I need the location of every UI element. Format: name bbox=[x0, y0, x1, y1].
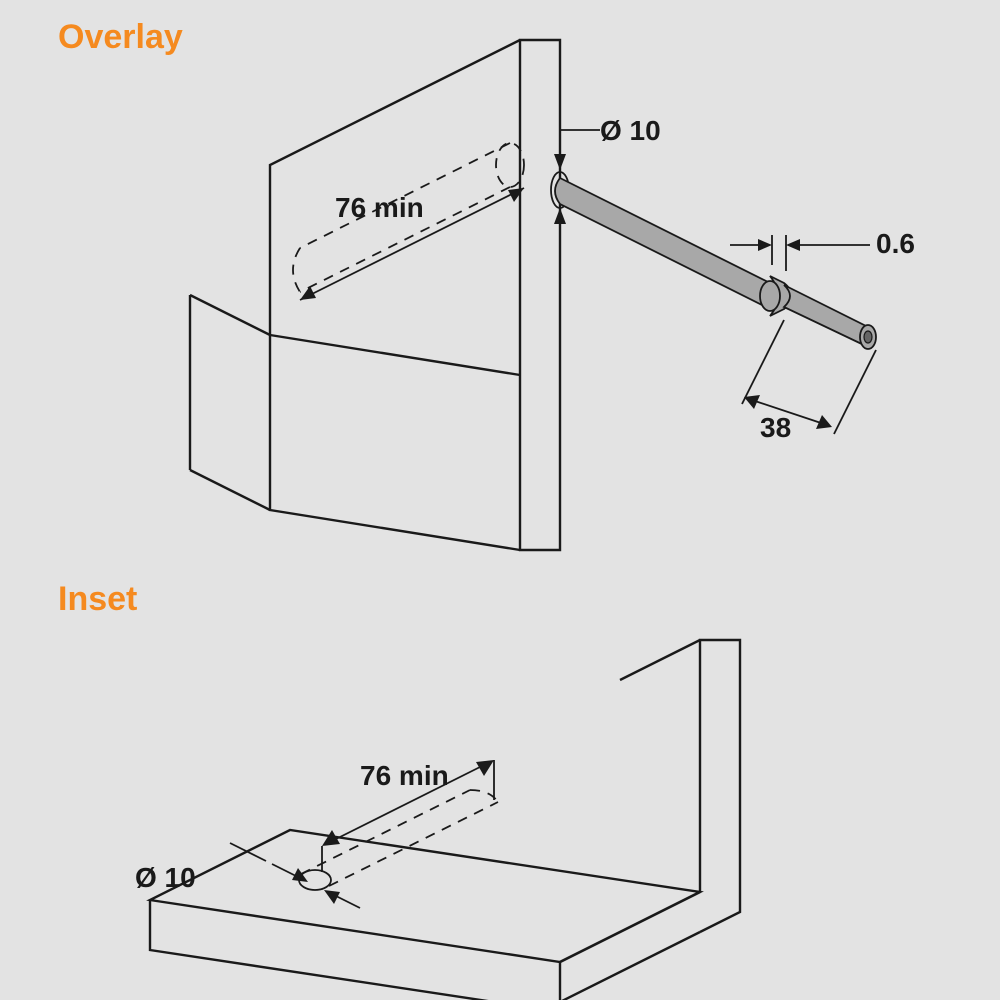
label-bore-depth-inset: 76 min bbox=[360, 760, 449, 792]
inset-drawing bbox=[0, 0, 1000, 1000]
diagram-page: Overlay bbox=[0, 0, 1000, 1000]
dim-bore-diameter-inset bbox=[230, 843, 360, 908]
label-bore-diameter-inset: Ø 10 bbox=[135, 862, 196, 894]
